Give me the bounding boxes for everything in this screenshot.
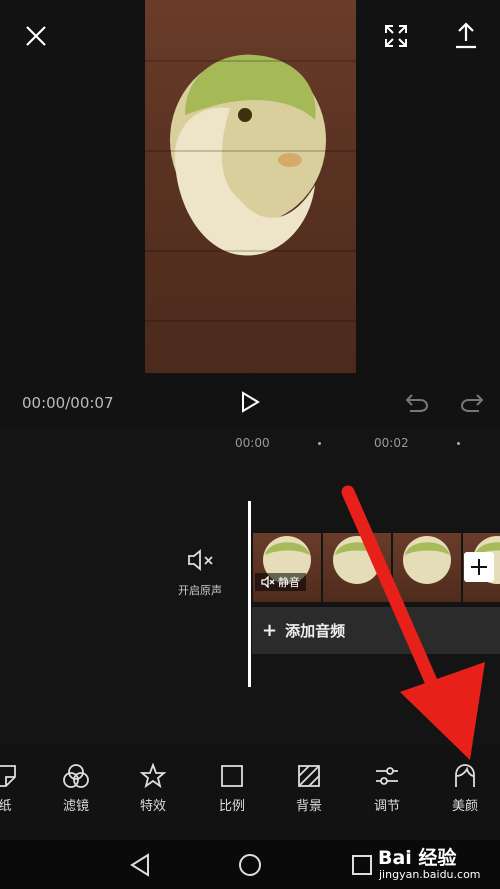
- tool-label: 滤镜: [62, 799, 89, 814]
- tool-label: 调节: [373, 799, 400, 814]
- mute-original-icon[interactable]: [186, 546, 216, 574]
- tool-label: 特效: [139, 799, 166, 814]
- apple-image: [170, 54, 326, 256]
- export-icon[interactable]: [452, 20, 480, 50]
- effects-icon: [140, 763, 166, 789]
- tool-effects[interactable]: 特效: [118, 763, 188, 814]
- mute-original-label: 开启原声: [178, 584, 222, 597]
- tool-filter[interactable]: 滤镜: [41, 763, 111, 814]
- recents-icon[interactable]: [350, 853, 374, 877]
- mute-icon: [261, 576, 275, 588]
- ratio-icon: [221, 765, 243, 787]
- back-icon[interactable]: [128, 852, 152, 878]
- tool-label: 比例: [218, 799, 245, 814]
- ruler-mark: 00:00: [235, 436, 270, 450]
- tool-label: 纸: [0, 799, 12, 814]
- close-icon[interactable]: [22, 22, 50, 50]
- clip-mute-badge: 静音: [255, 573, 306, 591]
- play-icon[interactable]: [238, 390, 262, 414]
- filter-icon: [63, 764, 89, 788]
- plus-icon: +: [262, 620, 278, 641]
- playhead[interactable]: [248, 501, 251, 687]
- sticker-icon: [0, 765, 16, 787]
- red-arrow-annotation: [341, 485, 485, 760]
- watermark-url: jingyan.baidu.com: [379, 868, 481, 881]
- clip-mute-label: 静音: [278, 576, 300, 589]
- playback-time: 00:00/00:07: [22, 394, 114, 412]
- undo-icon[interactable]: [404, 391, 430, 413]
- redo-icon[interactable]: [459, 391, 485, 413]
- tool-label: 美颜: [451, 799, 478, 814]
- preview-area: 00:00/00:07: [0, 0, 500, 430]
- tool-ratio[interactable]: 比例: [197, 763, 267, 814]
- video-frame: [145, 0, 356, 373]
- fullscreen-icon[interactable]: [382, 22, 410, 50]
- ruler-dot: [318, 442, 321, 445]
- background-icon: [298, 765, 320, 787]
- tool-sticker[interactable]: 纸: [0, 763, 40, 814]
- ruler-dot: [457, 442, 460, 445]
- ruler-mark: 00:02: [374, 436, 409, 450]
- home-icon[interactable]: [237, 852, 263, 878]
- tool-label: 背景: [295, 799, 322, 814]
- watermark-brand: Bai 经验: [378, 847, 457, 869]
